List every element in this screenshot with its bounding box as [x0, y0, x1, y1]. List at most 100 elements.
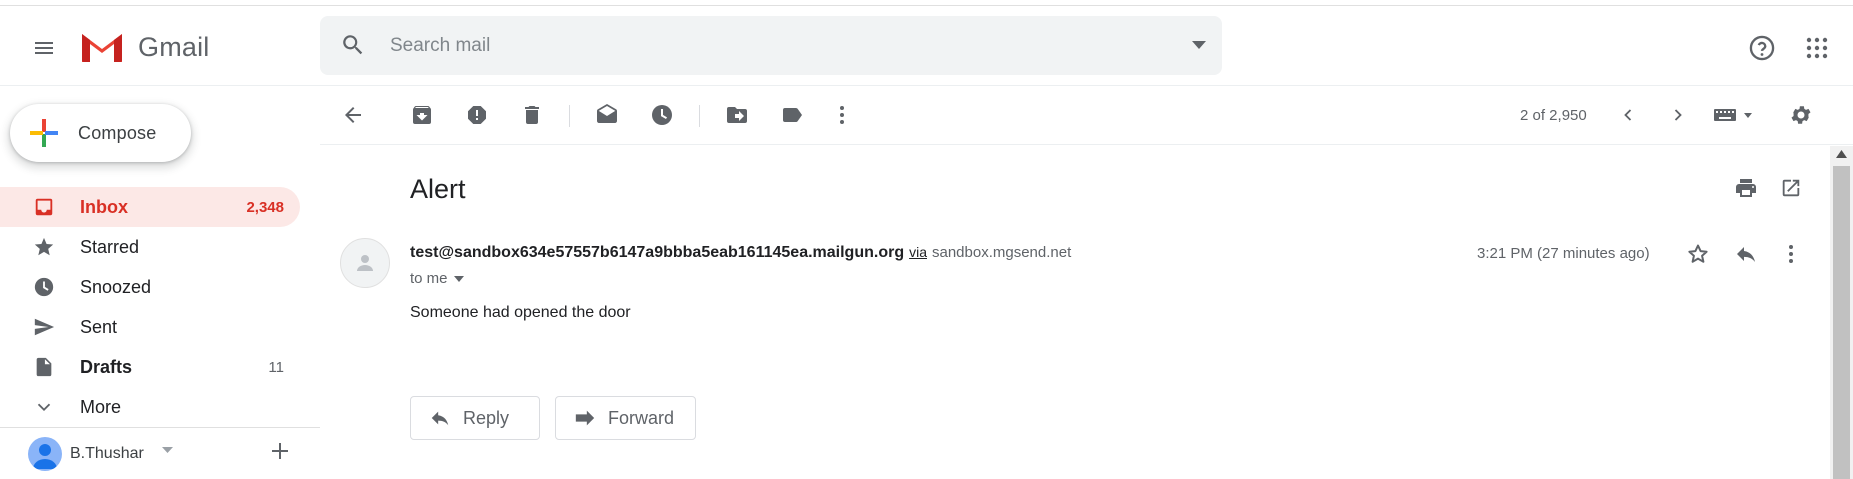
sidebar-item-sent[interactable]: Sent: [0, 307, 300, 347]
clock-icon: [652, 105, 672, 125]
reply-button[interactable]: Reply: [410, 396, 540, 440]
gmail-logo[interactable]: Gmail: [80, 30, 210, 64]
sidebar-item-inbox[interactable]: Inbox 2,348: [0, 187, 300, 227]
sidebar-divider: [0, 427, 320, 428]
caret-down-icon: [1192, 41, 1206, 49]
settings-button[interactable]: [1783, 97, 1819, 133]
sidebar-item-label: Drafts: [80, 356, 133, 377]
message-view: Alert test@sandbox634e57557b6147a9bbba5e…: [320, 146, 1830, 479]
sidebar-item-starred[interactable]: Starred: [0, 227, 300, 267]
forward-button[interactable]: Forward: [555, 396, 696, 440]
search-input[interactable]: [390, 28, 1130, 63]
archive-button[interactable]: [404, 97, 440, 133]
compose-label: Compose: [78, 122, 157, 143]
sidebar: Compose Inbox 2,348 Starred Snoozed Sent…: [0, 87, 320, 479]
help-icon: [1749, 35, 1775, 61]
send-icon: [32, 315, 56, 339]
gear-icon: [1791, 106, 1811, 124]
gmail-m-icon: [82, 34, 122, 62]
new-conversation-button[interactable]: [268, 439, 292, 463]
reply-icon: [1737, 247, 1755, 262]
labels-button[interactable]: [774, 97, 810, 133]
forward-label: Forward: [608, 407, 675, 428]
sidebar-item-snoozed[interactable]: Snoozed: [0, 267, 300, 307]
recipient-text: to me: [410, 270, 448, 287]
main-menu-button[interactable]: [24, 28, 64, 68]
more-options-button[interactable]: [824, 97, 860, 133]
arrow-back-icon: [345, 107, 361, 123]
sidebar-item-label: More: [80, 396, 122, 417]
account-name: B.Thushar: [70, 445, 144, 462]
reply-icon: [431, 411, 449, 426]
older-button[interactable]: [1660, 97, 1696, 133]
compose-button[interactable]: Compose: [10, 104, 191, 162]
move-to-button[interactable]: [719, 97, 755, 133]
avatar: [28, 437, 62, 471]
help-button[interactable]: [1742, 28, 1782, 68]
chevron-left-icon: [1624, 109, 1632, 121]
scroll-up-arrow-icon[interactable]: [1836, 150, 1847, 158]
forward-icon: [575, 410, 595, 426]
search-options-button[interactable]: [1186, 32, 1212, 58]
message-body: Someone had opened the door: [410, 304, 631, 321]
snooze-button[interactable]: [644, 97, 680, 133]
star-button[interactable]: [1682, 238, 1714, 270]
keyboard-icon: [1714, 109, 1752, 121]
app-name: Gmail: [138, 31, 210, 62]
message-subject: Alert: [410, 174, 466, 204]
search-button[interactable]: [340, 32, 366, 58]
star-icon: [32, 235, 56, 259]
message-timestamp: 3:21 PM (27 minutes ago): [1477, 245, 1650, 262]
sidebar-item-more[interactable]: More: [0, 387, 300, 427]
open-new-window-button[interactable]: [1775, 172, 1807, 204]
hangouts-account[interactable]: B.Thushar: [28, 437, 173, 471]
delete-button[interactable]: [514, 97, 550, 133]
sidebar-item-label: Starred: [80, 236, 140, 257]
report-spam-button[interactable]: [459, 97, 495, 133]
scrollbar-thumb[interactable]: [1833, 166, 1850, 479]
trash-icon: [525, 106, 539, 124]
more-vert-icon: [1789, 245, 1793, 263]
scrollbar[interactable]: [1830, 146, 1853, 479]
sidebar-item-label: Inbox: [80, 196, 128, 217]
search-icon: [343, 35, 363, 55]
via-domain: sandbox.mgsend.net: [932, 244, 1072, 261]
search-bar: [320, 16, 1222, 75]
draft-icon: [32, 355, 56, 379]
back-button[interactable]: [335, 97, 371, 133]
person-icon: [33, 444, 57, 469]
apps-grid-icon: [1806, 37, 1828, 59]
caret-down-icon[interactable]: [162, 447, 173, 453]
sidebar-item-label: Sent: [80, 316, 118, 337]
sender-email[interactable]: test@sandbox634e57557b6147a9bbba5eab1611…: [410, 244, 904, 262]
reply-icon-button[interactable]: [1730, 238, 1762, 270]
sidebar-item-drafts[interactable]: Drafts 11: [0, 347, 300, 387]
plus-icon: [272, 443, 288, 459]
chevron-right-icon: [1674, 109, 1682, 121]
sender-line: test@sandbox634e57557b6147a9bbba5eab1611…: [410, 244, 1071, 262]
message-toolbar: 2 of 2,950: [320, 87, 1853, 145]
message-more-button[interactable]: [1775, 238, 1807, 270]
reply-label: Reply: [463, 407, 510, 428]
newer-button[interactable]: [1610, 97, 1646, 133]
mark-unread-button[interactable]: [589, 97, 625, 133]
mark-unread-icon: [597, 104, 617, 123]
print-all-button[interactable]: [1730, 172, 1762, 204]
header: Gmail: [0, 6, 1853, 86]
google-apps-button[interactable]: [1797, 28, 1837, 68]
caret-down-icon: [453, 275, 464, 282]
person-icon: [357, 255, 373, 271]
archive-icon: [413, 105, 431, 124]
drafts-count: 11: [268, 358, 284, 376]
input-tools-button[interactable]: [1710, 97, 1760, 133]
more-vert-icon: [840, 106, 844, 124]
recipient-details[interactable]: to me: [410, 270, 464, 287]
unread-count: 2,348: [246, 198, 284, 216]
clock-icon: [32, 275, 56, 299]
report-spam-icon: [468, 106, 486, 124]
toolbar-divider: [699, 105, 700, 127]
compose-plus-icon: [30, 119, 58, 147]
move-to-folder-icon: [727, 107, 747, 123]
sender-avatar[interactable]: [340, 238, 390, 288]
via-link[interactable]: via: [909, 244, 927, 260]
